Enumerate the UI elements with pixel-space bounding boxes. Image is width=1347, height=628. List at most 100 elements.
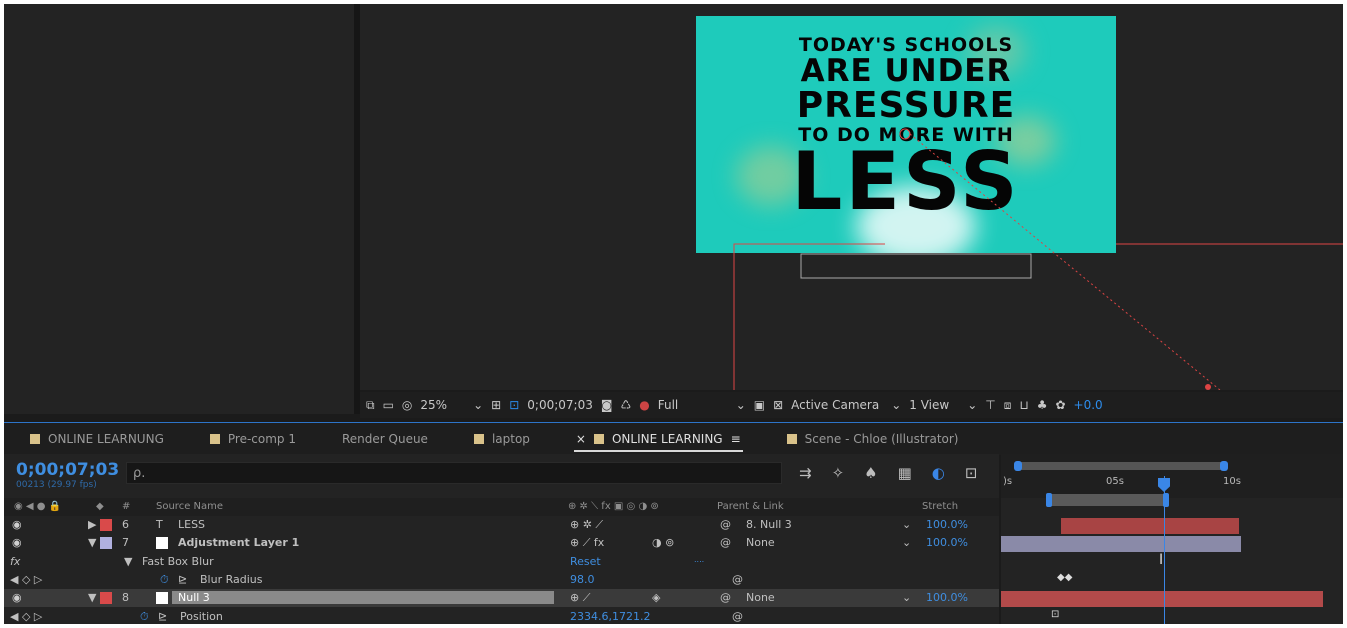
stretch-value[interactable]: 100.0% <box>926 591 968 604</box>
stopwatch-icon[interactable]: ⏱ <box>160 573 169 587</box>
playhead[interactable] <box>1164 476 1165 624</box>
mask-icon[interactable]: ◎ <box>402 398 412 412</box>
timeline-graph-area[interactable]: )s 05s 10s ◆◆ ⊡ I <box>1001 454 1343 624</box>
pickwhip-icon[interactable]: @ <box>720 591 731 604</box>
expand-arrow-icon[interactable]: ▼ <box>88 536 96 549</box>
layer-bar-6[interactable] <box>1061 518 1239 534</box>
source-name-column-header[interactable]: Source Name <box>156 501 223 512</box>
layer-row-8[interactable]: ◉ ▼ 8 Null 3 ⊕ ⟋ ◈ @ None ⌄ 100.0% <box>4 589 999 607</box>
expression-pickwhip-icon[interactable]: @ <box>732 573 743 586</box>
stretch-value[interactable]: 100.0% <box>926 536 968 549</box>
grid-icon[interactable]: ⊞ <box>491 398 501 412</box>
parent-select[interactable]: 8. Null 3 <box>746 518 792 531</box>
flowchart-icon[interactable]: ♣ <box>1037 398 1048 412</box>
current-time-display[interactable]: 0;00;07;03 <box>16 460 119 480</box>
switches-icons[interactable]: ⊕ ⟋ fx <box>570 536 604 550</box>
timeline-icon[interactable]: ⊔ <box>1019 398 1028 412</box>
layer-name[interactable]: LESS <box>178 518 205 531</box>
effect-options[interactable]: .... <box>694 555 704 564</box>
time-navigator[interactable] <box>1014 461 1228 471</box>
effect-name[interactable]: Fast Box Blur <box>142 555 214 568</box>
parent-select[interactable]: None <box>746 536 775 549</box>
tab-laptop[interactable]: laptop <box>448 424 550 454</box>
eye-icon[interactable]: ◉ <box>12 591 22 604</box>
column-headers: ◉ ◀ ● 🔒 ◆ # Source Name ⊕ ✲ ⟍ fx ▣ ◎ ◑ ⊚… <box>4 498 999 516</box>
fx-icon[interactable]: fx <box>10 555 20 568</box>
keyframe-nav-icon[interactable]: ◀ ◇ ▷ <box>10 573 42 586</box>
effect-row[interactable]: fx ▼ Fast Box Blur Reset .... <box>4 553 999 571</box>
zoom-select[interactable]: 25% ⌄ <box>420 398 483 412</box>
show-snapshot-icon[interactable]: ♺ <box>621 398 632 412</box>
switches-icons[interactable]: ⊕ ✲ ⟋ <box>570 518 603 532</box>
keyframe-nav-icon[interactable]: ◀ ◇ ▷ <box>10 610 42 623</box>
layer-name[interactable]: Null 3 <box>172 591 554 604</box>
pickwhip-icon[interactable]: @ <box>720 518 731 531</box>
layer-bar-7[interactable] <box>1001 536 1241 552</box>
close-icon[interactable]: × <box>576 432 586 446</box>
composition-mini-flowchart-icon[interactable]: ⇉ <box>799 464 812 482</box>
tab-online-learnung[interactable]: ONLINE LEARNUNG <box>4 424 184 454</box>
time-ruler[interactable]: )s 05s 10s <box>1001 454 1343 507</box>
property-row-blur-radius[interactable]: ◀ ◇ ▷ ⏱ ⊵ Blur Radius 98.0 @ <box>4 571 999 589</box>
stretch-value[interactable]: 100.0% <box>926 518 968 531</box>
expand-arrow-icon[interactable]: ▼ <box>88 591 96 604</box>
shy-layers-icon[interactable]: ♠ <box>864 464 877 482</box>
property-value[interactable]: 98.0 <box>570 573 595 586</box>
3d-switch-icon[interactable]: ◈ <box>652 591 660 604</box>
eye-icon[interactable]: ◉ <box>12 518 22 531</box>
transparency-grid-icon[interactable]: ⊠ <box>773 398 783 412</box>
graph-editor-icon[interactable]: ⊡ <box>965 464 978 482</box>
keyframe-icon[interactable]: ⊡ <box>1051 609 1059 620</box>
reset-exposure-icon[interactable]: ✿ <box>1055 398 1065 412</box>
draft-3d-icon[interactable]: ✧ <box>832 464 845 482</box>
roi-icon[interactable]: ▣ <box>754 398 765 412</box>
property-value[interactable]: 2334.6,1721.2 <box>570 610 650 623</box>
stopwatch-icon[interactable]: ⏱ <box>140 610 149 624</box>
stretch-column-header[interactable]: Stretch <box>922 501 958 512</box>
always-preview-icon[interactable]: ⧉ <box>366 398 375 413</box>
adjustment-switch-icon[interactable]: ◑ ⊚ <box>652 536 674 549</box>
expand-arrow-icon[interactable]: ▶ <box>88 518 96 531</box>
camera-snapshot-icon[interactable]: ◙ <box>601 398 613 412</box>
region-icon[interactable]: ⊡ <box>509 398 519 412</box>
frame-blending-icon[interactable]: ▦ <box>898 464 912 482</box>
fast-preview-icon[interactable]: ⧈ <box>1004 398 1012 413</box>
layer-row-6[interactable]: ◉ ▶ 6 T LESS ⊕ ✲ ⟋ @ 8. Null 3 ⌄ 100.0% <box>4 516 999 534</box>
keyframe-icon[interactable]: ◆◆ <box>1057 572 1072 583</box>
work-area-bar[interactable] <box>1046 493 1169 507</box>
monitor-icon[interactable]: ▭ <box>383 398 394 412</box>
layer-row-7[interactable]: ◉ ▼ 7 Adjustment Layer 1 ⊕ ⟋ fx ◑ ⊚ @ No… <box>4 534 999 552</box>
exposure-value[interactable]: +0.0 <box>1074 398 1103 412</box>
label-color[interactable] <box>100 537 112 549</box>
property-row-position[interactable]: ◀ ◇ ▷ ⏱ ⊵ Position 2334.6,1721.2 @ <box>4 608 999 624</box>
layer-search-input[interactable]: ρ. <box>126 462 782 484</box>
label-color[interactable] <box>100 592 112 604</box>
label-color[interactable] <box>100 519 112 531</box>
resolution-select[interactable]: Full ⌄ <box>658 398 746 412</box>
motion-blur-icon[interactable]: ◐ <box>932 464 945 482</box>
graph-icon[interactable]: ⊵ <box>178 573 187 586</box>
camera-select[interactable]: Active Camera ⌄ <box>791 398 901 412</box>
tab-render-queue[interactable]: Render Queue <box>316 424 448 454</box>
parent-link-column-header[interactable]: Parent & Link <box>717 501 784 512</box>
expand-arrow-icon[interactable]: ▼ <box>124 555 132 568</box>
eye-icon[interactable]: ◉ <box>12 536 22 549</box>
composition-viewer[interactable]: TODAY'S SCHOOLS ARE UNDER PRESSURE TO DO… <box>360 4 1343 390</box>
panel-menu-icon[interactable]: ≡ <box>731 432 741 446</box>
channels-icon[interactable]: ● <box>639 398 649 412</box>
reset-link[interactable]: Reset <box>570 555 601 568</box>
toggle-pixel-icon[interactable]: ⊤ <box>985 398 995 412</box>
tab-scene-chloe[interactable]: Scene - Chloe (Illustrator) <box>761 424 979 454</box>
parent-select[interactable]: None <box>746 591 775 604</box>
switches-icons[interactable]: ⊕ ⟋ <box>570 591 590 605</box>
views-select[interactable]: 1 View ⌄ <box>909 398 977 412</box>
pickwhip-icon[interactable]: @ <box>720 536 731 549</box>
layer-bar-8[interactable] <box>1001 591 1323 607</box>
viewer-timecode[interactable]: 0;00;07;03 <box>527 398 593 412</box>
expression-pickwhip-icon[interactable]: @ <box>732 610 743 623</box>
text-layer-icon: T <box>156 518 163 531</box>
tab-pre-comp-1[interactable]: Pre-comp 1 <box>184 424 316 454</box>
layer-name[interactable]: Adjustment Layer 1 <box>178 536 299 549</box>
graph-icon[interactable]: ⊵ <box>158 610 167 623</box>
tab-online-learning[interactable]: × ONLINE LEARNING ≡ <box>550 424 761 454</box>
